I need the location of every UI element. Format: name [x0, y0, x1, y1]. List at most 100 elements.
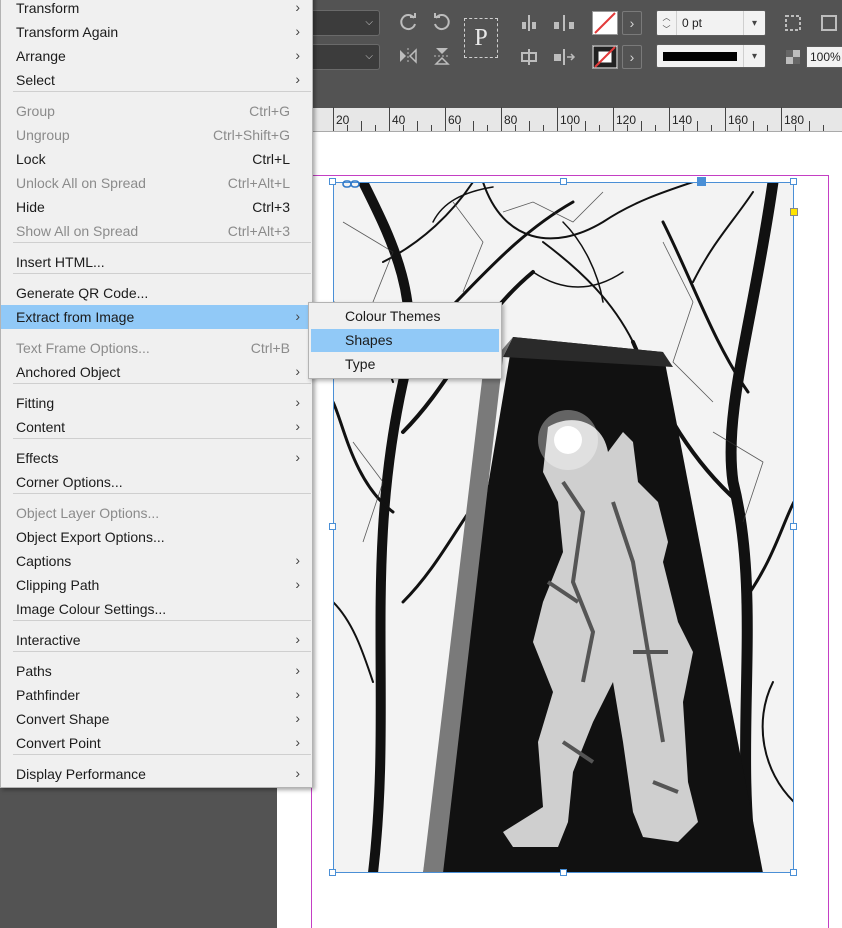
submenu-item-colour-themes[interactable]: Colour Themes	[311, 305, 499, 328]
fill-none-swatch[interactable]	[592, 11, 618, 35]
menu-item-label: Convert Shape	[16, 711, 110, 727]
align-center-icon[interactable]	[518, 46, 540, 68]
stroke-weight-stepper[interactable]: ︿ ﹀	[657, 11, 677, 35]
chevron-right-icon: ›	[295, 0, 300, 15]
object-context-menu: Transform › Transform Again › Arrange › Select…	[0, 0, 313, 788]
link-icon[interactable]	[342, 176, 360, 188]
menu-item-corner-options[interactable]: Corner Options...	[1, 470, 312, 494]
menu-item-lock[interactable]: Lock Ctrl+L	[1, 147, 312, 171]
menu-item-label: Insert HTML...	[16, 254, 105, 270]
chevron-down-icon: ⌵	[365, 17, 373, 28]
menu-item-label: Paths	[16, 663, 52, 679]
menu-item-extract-from-image[interactable]: Extract from Image ›	[1, 305, 312, 329]
menu-item-anchored-object[interactable]: Anchored Object ›	[1, 360, 312, 384]
chevron-right-icon: ›	[295, 71, 300, 87]
solid-line-preview	[663, 51, 737, 61]
rotate-clockwise-icon[interactable]	[396, 10, 420, 34]
chevron-down-icon[interactable]: ▾	[743, 11, 765, 35]
ruler-minor-tick	[403, 125, 404, 131]
paragraph-symbol-icon[interactable]: P	[464, 18, 498, 58]
ruler-minor-tick	[599, 125, 600, 131]
align-top-icon[interactable]	[518, 12, 540, 34]
menu-item-effects[interactable]: Effects ›	[1, 446, 312, 470]
flip-vertical-icon[interactable]	[430, 44, 454, 68]
menu-item-display-performance[interactable]: Display Performance ›	[1, 762, 312, 786]
stroke-type-select[interactable]: ▾	[656, 44, 766, 68]
menu-item-content[interactable]: Content ›	[1, 415, 312, 439]
menu-item-convert-point[interactable]: Convert Point ›	[1, 731, 312, 755]
menu-item-captions[interactable]: Captions ›	[1, 549, 312, 573]
image-frame-selection[interactable]	[333, 182, 794, 873]
submenu-item-label: Colour Themes	[345, 308, 441, 324]
distribute-horizontal-icon[interactable]	[550, 46, 578, 68]
resize-handle[interactable]	[329, 523, 336, 530]
submenu-item-shapes[interactable]: Shapes	[311, 329, 499, 352]
menu-item-show-all-on-spread: Show All on Spread Ctrl+Alt+3	[1, 219, 312, 243]
chevron-right-icon: ›	[295, 710, 300, 726]
distribute-icon[interactable]	[550, 12, 578, 34]
indesign-window: ⌵ ⌵ P › › ︿ ﹀ 0 pt ▾ ▾ 100% 20 40 60 80 …	[0, 0, 842, 928]
ruler-minor-tick	[347, 125, 348, 131]
resize-handle[interactable]	[560, 178, 567, 185]
submenu-item-type[interactable]: Type	[311, 353, 499, 376]
menu-item-paths[interactable]: Paths ›	[1, 659, 312, 683]
resize-handle[interactable]	[790, 178, 797, 185]
menu-item-image-colour-settings[interactable]: Image Colour Settings...	[1, 597, 312, 621]
menu-item-generate-qr-code[interactable]: Generate QR Code...	[1, 281, 312, 305]
menu-item-label: Display Performance	[16, 766, 146, 782]
resize-handle[interactable]	[329, 869, 336, 876]
content-grabber-handle[interactable]	[697, 177, 706, 186]
menu-item-interactive[interactable]: Interactive ›	[1, 628, 312, 652]
fill-swatch-menu-button[interactable]: ›	[622, 11, 642, 35]
menu-item-insert-html[interactable]: Insert HTML...	[1, 250, 312, 274]
stroke-weight-input[interactable]: ︿ ﹀ 0 pt ▾	[656, 10, 766, 36]
chevron-right-icon: ›	[295, 662, 300, 678]
ruler-minor-tick	[627, 125, 628, 131]
ruler-minor-tick	[459, 125, 460, 131]
rotate-counterclockwise-icon[interactable]	[430, 10, 454, 34]
menu-item-convert-shape[interactable]: Convert Shape ›	[1, 707, 312, 731]
chevron-right-icon: ›	[295, 418, 300, 434]
menu-item-shortcut: Ctrl+Alt+3	[227, 223, 290, 239]
chevron-down-icon[interactable]: ▾	[743, 45, 765, 67]
corner-options-icon[interactable]	[818, 12, 840, 34]
menu-item-fitting[interactable]: Fitting ›	[1, 391, 312, 415]
menu-item-transform[interactable]: Transform ›	[1, 0, 312, 20]
menu-item-shortcut: Ctrl+G	[249, 103, 290, 119]
menu-item-label: Captions	[16, 553, 72, 569]
resize-handle[interactable]	[329, 178, 336, 185]
menu-item-transform-again[interactable]: Transform Again ›	[1, 20, 312, 44]
stroke-none-swatch[interactable]	[592, 45, 618, 69]
stroke-weight-value[interactable]: 0 pt	[677, 16, 743, 30]
menu-item-select[interactable]: Select ›	[1, 68, 312, 92]
menu-item-clipping-path[interactable]: Clipping Path ›	[1, 573, 312, 597]
ruler-minor-tick	[515, 125, 516, 131]
menu-item-arrange[interactable]: Arrange ›	[1, 44, 312, 68]
chevron-right-icon: ›	[295, 47, 300, 63]
ruler-major-tick	[557, 107, 558, 131]
menu-item-object-export-options[interactable]: Object Export Options...	[1, 525, 312, 549]
ruler-major-tick	[725, 107, 726, 131]
stroke-swatch-menu-button[interactable]: ›	[622, 45, 642, 69]
resize-handle[interactable]	[790, 869, 797, 876]
menu-item-shortcut: Ctrl+L	[252, 151, 290, 167]
menu-item-label: Hide	[16, 199, 45, 215]
ruler-minor-tick	[375, 125, 376, 131]
resize-handle[interactable]	[790, 523, 797, 530]
live-corner-widget[interactable]	[790, 208, 798, 216]
frame-fitting-icon[interactable]	[782, 12, 804, 34]
menu-item-hide[interactable]: Hide Ctrl+3	[1, 195, 312, 219]
opacity-input[interactable]: 100%	[806, 46, 842, 68]
menu-item-label: Object Export Options...	[16, 529, 165, 545]
extract-from-image-submenu: Colour Themes Shapes Type	[308, 302, 502, 379]
chevron-down-icon: ⌵	[365, 51, 373, 62]
menu-item-pathfinder[interactable]: Pathfinder ›	[1, 683, 312, 707]
submenu-item-label: Shapes	[345, 332, 393, 348]
ruler-minor-tick	[431, 125, 432, 131]
ruler-minor-tick	[739, 125, 740, 131]
ruler-minor-tick	[753, 121, 754, 131]
resize-handle[interactable]	[560, 869, 567, 876]
flip-horizontal-icon[interactable]	[396, 44, 420, 68]
menu-item-label: Show All on Spread	[16, 223, 139, 239]
menu-item-label: Object Layer Options...	[16, 505, 160, 521]
